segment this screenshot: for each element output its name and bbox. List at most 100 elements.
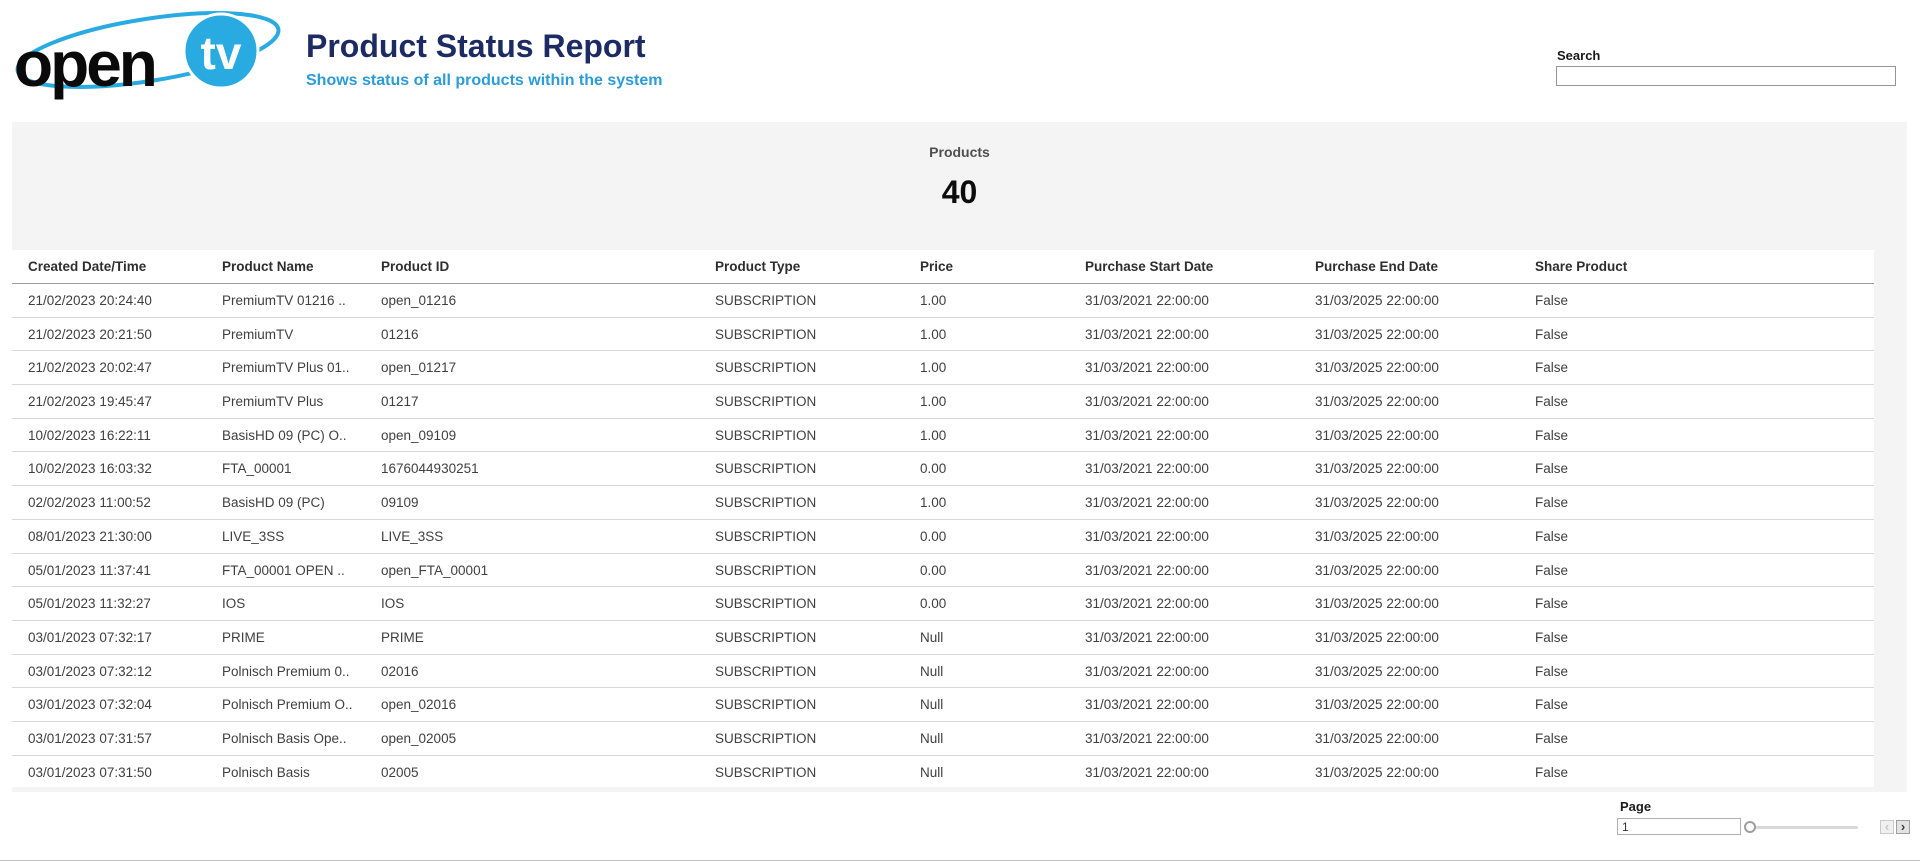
table-cell: IOS: [222, 587, 378, 620]
table-cell: 02005: [381, 756, 711, 787]
table-row[interactable]: 03/01/2023 07:32:17PRIMEPRIMESUBSCRIPTIO…: [12, 621, 1874, 655]
table-cell: PRIME: [222, 621, 378, 654]
column-header[interactable]: Created Date/Time: [28, 250, 218, 283]
table-row[interactable]: 21/02/2023 19:45:47PremiumTV Plus01217SU…: [12, 385, 1874, 419]
table-cell: False: [1535, 486, 1865, 519]
table-cell: 31/03/2021 22:00:00: [1085, 655, 1311, 688]
table-cell: False: [1535, 587, 1865, 620]
table-cell: 31/03/2021 22:00:00: [1085, 621, 1311, 654]
table-row[interactable]: 03/01/2023 07:32:12Polnisch Premium 0..0…: [12, 655, 1874, 689]
table-row[interactable]: 03/01/2023 07:31:57Polnisch Basis Ope..o…: [12, 722, 1874, 756]
table-cell: 02/02/2023 11:00:52: [28, 486, 218, 519]
table-row[interactable]: 03/01/2023 07:31:50Polnisch Basis02005SU…: [12, 756, 1874, 787]
table-cell: Polnisch Premium 0..: [222, 655, 378, 688]
table-cell: SUBSCRIPTION: [715, 486, 916, 519]
table-cell: 31/03/2025 22:00:00: [1315, 351, 1531, 384]
table-cell: False: [1535, 419, 1865, 452]
table-row[interactable]: 05/01/2023 11:37:41FTA_00001 OPEN ..open…: [12, 554, 1874, 588]
table-cell: 03/01/2023 07:31:50: [28, 756, 218, 787]
products-count-label: Products: [12, 144, 1907, 160]
table-cell: Polnisch Premium O..: [222, 688, 378, 721]
table-row[interactable]: 21/02/2023 20:24:40PremiumTV 01216 ..ope…: [12, 284, 1874, 318]
column-header[interactable]: Product ID: [381, 250, 711, 283]
table-cell: PremiumTV 01216 ..: [222, 284, 378, 317]
table-cell: 1676044930251: [381, 452, 711, 485]
opentv-logo: open tv: [8, 6, 288, 106]
table-cell: False: [1535, 318, 1865, 351]
next-page-button[interactable]: ›: [1896, 820, 1910, 834]
table-cell: Null: [920, 756, 1081, 787]
column-header[interactable]: Price: [920, 250, 1081, 283]
table-cell: SUBSCRIPTION: [715, 688, 916, 721]
table-cell: 31/03/2025 22:00:00: [1315, 688, 1531, 721]
table-cell: 31/03/2021 22:00:00: [1085, 419, 1311, 452]
table-cell: BasisHD 09 (PC) O..: [222, 419, 378, 452]
search-label: Search: [1557, 48, 1600, 63]
table-cell: 0.00: [920, 452, 1081, 485]
table-cell: 31/03/2025 22:00:00: [1315, 284, 1531, 317]
table-cell: 05/01/2023 11:37:41: [28, 554, 218, 587]
table-cell: 09109: [381, 486, 711, 519]
logo-word: open: [14, 28, 155, 100]
table-cell: 10/02/2023 16:03:32: [28, 452, 218, 485]
table-cell: False: [1535, 655, 1865, 688]
table-cell: Null: [920, 722, 1081, 755]
table-cell: open_02005: [381, 722, 711, 755]
column-header[interactable]: Purchase End Date: [1315, 250, 1531, 283]
page-slider-knob[interactable]: [1744, 821, 1756, 833]
table-header-row: Created Date/TimeProduct NameProduct IDP…: [12, 250, 1874, 284]
table-cell: 03/01/2023 07:32:17: [28, 621, 218, 654]
table-cell: False: [1535, 554, 1865, 587]
table-cell: 31/03/2025 22:00:00: [1315, 587, 1531, 620]
table-row[interactable]: 03/01/2023 07:32:04Polnisch Premium O..o…: [12, 688, 1874, 722]
table-cell: SUBSCRIPTION: [715, 452, 916, 485]
table-cell: SUBSCRIPTION: [715, 419, 916, 452]
table-row[interactable]: 21/02/2023 20:21:50PremiumTV01216SUBSCRI…: [12, 318, 1874, 352]
column-header[interactable]: Purchase Start Date: [1085, 250, 1311, 283]
table-cell: 03/01/2023 07:32:12: [28, 655, 218, 688]
table-cell: False: [1535, 385, 1865, 418]
table-cell: 31/03/2021 22:00:00: [1085, 587, 1311, 620]
table-cell: FTA_00001 OPEN ..: [222, 554, 378, 587]
table-cell: 31/03/2021 22:00:00: [1085, 284, 1311, 317]
table-cell: False: [1535, 756, 1865, 787]
table-row[interactable]: 10/02/2023 16:22:11BasisHD 09 (PC) O..op…: [12, 419, 1874, 453]
table-cell: 21/02/2023 20:21:50: [28, 318, 218, 351]
table-cell: 31/03/2025 22:00:00: [1315, 722, 1531, 755]
page-slider-track[interactable]: [1750, 826, 1858, 829]
table-cell: 31/03/2025 22:00:00: [1315, 419, 1531, 452]
table-cell: SUBSCRIPTION: [715, 351, 916, 384]
table-row[interactable]: 08/01/2023 21:30:00LIVE_3SSLIVE_3SSSUBSC…: [12, 520, 1874, 554]
page-title: Product Status Report: [306, 28, 646, 65]
products-table: Created Date/TimeProduct NameProduct IDP…: [12, 250, 1874, 787]
column-header[interactable]: Product Name: [222, 250, 378, 283]
table-cell: 31/03/2021 22:00:00: [1085, 722, 1311, 755]
table-cell: PremiumTV: [222, 318, 378, 351]
table-cell: 31/03/2025 22:00:00: [1315, 554, 1531, 587]
table-cell: Polnisch Basis: [222, 756, 378, 787]
column-header[interactable]: Product Type: [715, 250, 916, 283]
table-row[interactable]: 05/01/2023 11:32:27IOSIOSSUBSCRIPTION0.0…: [12, 587, 1874, 621]
table-cell: BasisHD 09 (PC): [222, 486, 378, 519]
table-cell: 10/02/2023 16:22:11: [28, 419, 218, 452]
table-cell: False: [1535, 688, 1865, 721]
table-row[interactable]: 02/02/2023 11:00:52BasisHD 09 (PC)09109S…: [12, 486, 1874, 520]
table-cell: Null: [920, 688, 1081, 721]
table-row[interactable]: 21/02/2023 20:02:47PremiumTV Plus 01..op…: [12, 351, 1874, 385]
table-cell: 03/01/2023 07:32:04: [28, 688, 218, 721]
table-cell: 31/03/2021 22:00:00: [1085, 520, 1311, 553]
table-cell: FTA_00001: [222, 452, 378, 485]
table-cell: False: [1535, 722, 1865, 755]
table-cell: 31/03/2021 22:00:00: [1085, 756, 1311, 787]
table-row[interactable]: 10/02/2023 16:03:32FTA_00001167604493025…: [12, 452, 1874, 486]
search-input[interactable]: [1556, 66, 1896, 86]
prev-page-button[interactable]: ‹: [1880, 820, 1894, 834]
table-cell: 31/03/2021 22:00:00: [1085, 554, 1311, 587]
table-cell: 31/03/2021 22:00:00: [1085, 318, 1311, 351]
table-cell: SUBSCRIPTION: [715, 385, 916, 418]
table-cell: 31/03/2021 22:00:00: [1085, 385, 1311, 418]
table-cell: open_09109: [381, 419, 711, 452]
column-header[interactable]: Share Product: [1535, 250, 1865, 283]
page-input[interactable]: [1617, 818, 1741, 835]
table-cell: 31/03/2025 22:00:00: [1315, 385, 1531, 418]
